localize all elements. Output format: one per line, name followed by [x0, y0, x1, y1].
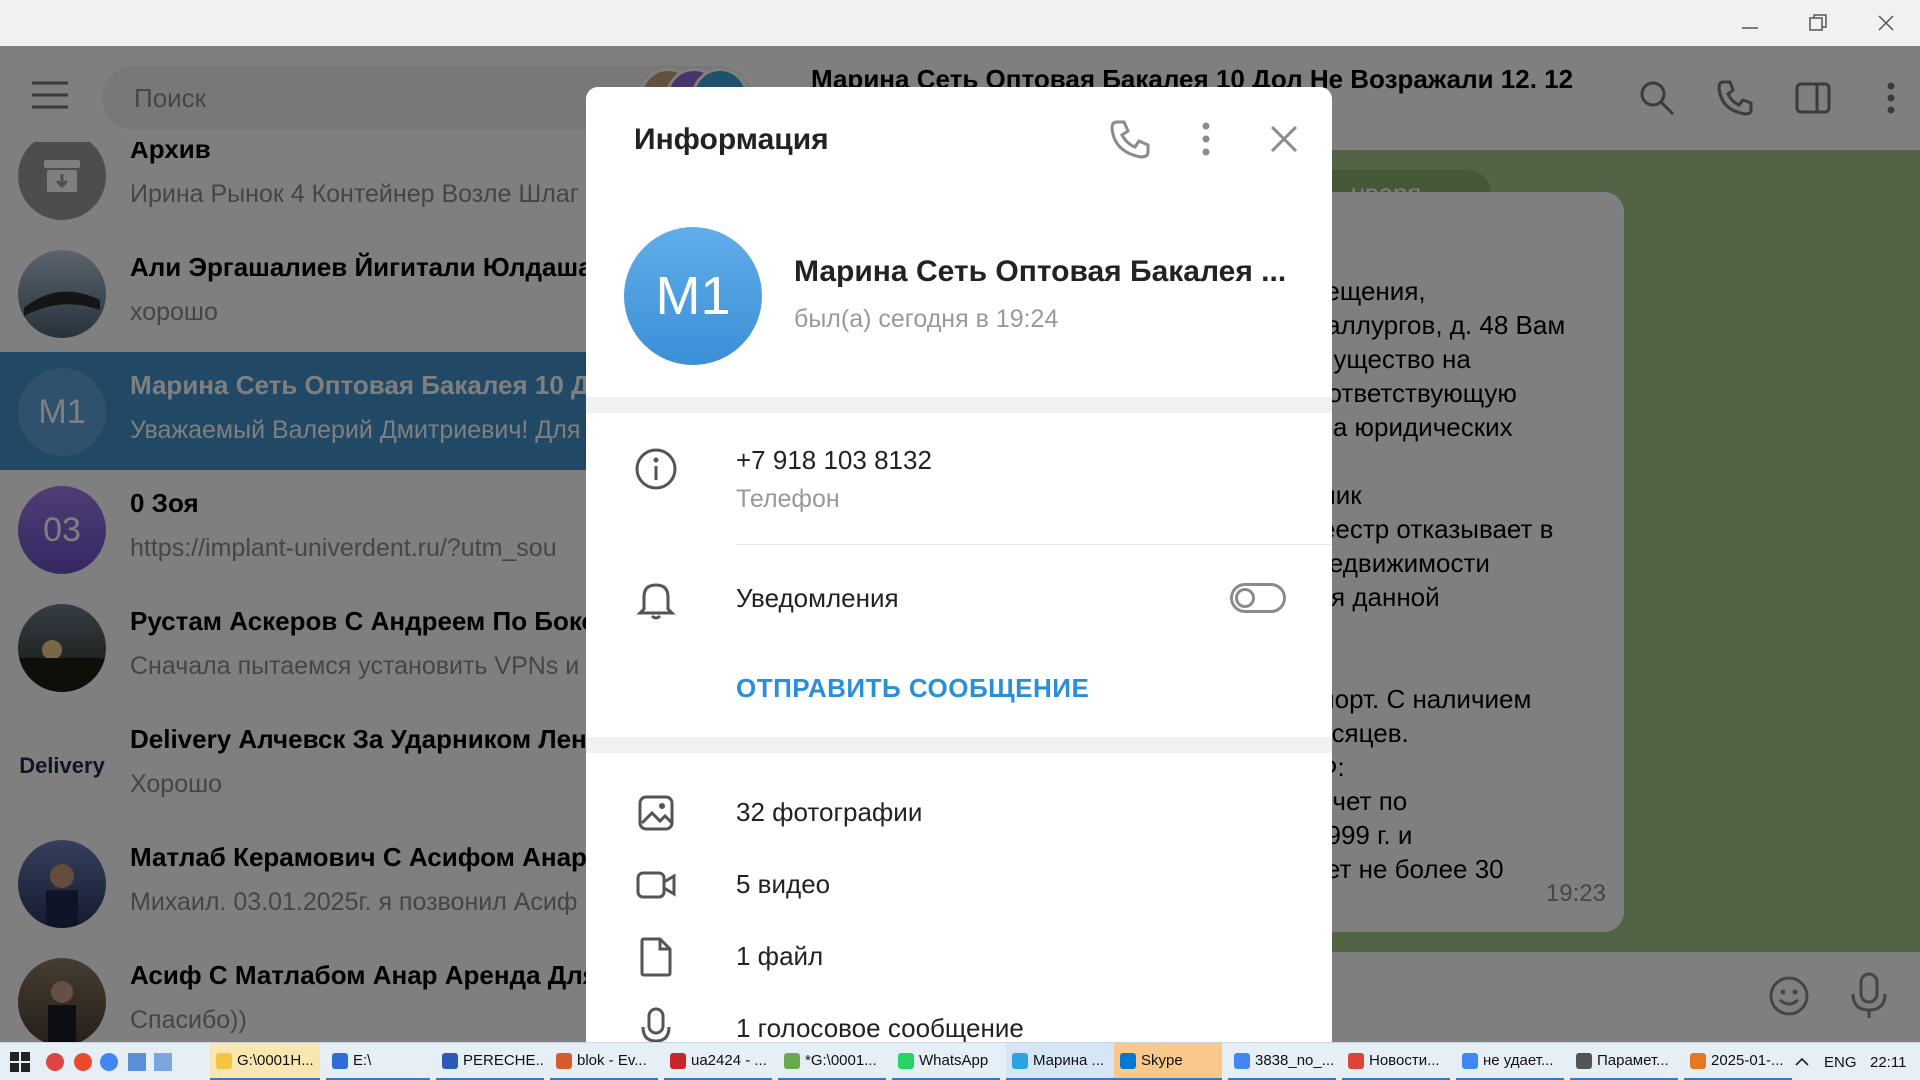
minimize-icon[interactable] — [1718, 0, 1782, 46]
phone-icon[interactable] — [1108, 117, 1152, 161]
gear-icon — [1576, 1052, 1592, 1069]
microphone-icon — [634, 1005, 678, 1042]
avatar[interactable]: М1 — [624, 227, 762, 365]
taskbar-app[interactable]: 2025-01-... — [1684, 1043, 1792, 1080]
section-divider — [586, 737, 1332, 753]
app-icon — [556, 1052, 572, 1069]
app-icon — [1690, 1052, 1706, 1069]
divider — [736, 544, 1332, 545]
phone-number[interactable]: +7 918 103 8132 — [736, 445, 932, 476]
section-divider — [586, 397, 1332, 413]
taskbar-app[interactable]: Парамет... — [1570, 1043, 1678, 1080]
photo-icon — [634, 791, 678, 835]
window-title-bar — [0, 0, 1920, 46]
pinned-app-icon[interactable] — [46, 1053, 64, 1071]
bell-icon — [634, 577, 678, 621]
toggle-knob — [1235, 588, 1255, 608]
taskbar-app[interactable]: ua2424 - ... — [664, 1043, 772, 1080]
taskbar-app[interactable]: G:\0001H... — [210, 1043, 320, 1080]
info-dialog: Информация М1 Марина Сеть Оптовая Бакале… — [586, 87, 1332, 1042]
chrome-icon[interactable] — [100, 1053, 118, 1071]
chrome-icon — [1348, 1052, 1364, 1069]
media-photos[interactable]: 32 фотографии — [736, 797, 922, 828]
chrome-icon — [1462, 1052, 1478, 1069]
folder-icon — [216, 1052, 232, 1069]
skype-icon — [1120, 1052, 1136, 1069]
windows-start-icon[interactable] — [10, 1052, 30, 1072]
whatsapp-icon — [898, 1052, 914, 1069]
notifications-label: Уведомления — [736, 583, 899, 613]
taskbar-app[interactable]: Новости... — [1342, 1043, 1450, 1080]
taskbar: G:\0001H... E:\ PERECHE... blok - Ev... … — [0, 1042, 1920, 1080]
chrome-icon — [1234, 1052, 1250, 1069]
more-vertical-icon[interactable] — [1184, 117, 1228, 161]
taskbar-app[interactable]: PERECHE... — [436, 1043, 544, 1080]
media-voice[interactable]: 1 голосовое сообщение — [736, 1013, 1024, 1042]
taskbar-app-label: Skype — [1141, 1052, 1183, 1069]
pinned-app-icon[interactable] — [154, 1053, 172, 1071]
telegram-icon — [1012, 1052, 1028, 1069]
taskbar-app[interactable]: WhatsApp — [892, 1043, 1000, 1080]
taskbar-app[interactable]: blok - Ev... — [550, 1043, 658, 1080]
taskbar-app[interactable]: E:\ — [326, 1043, 430, 1080]
taskbar-app-label: *G:\0001... — [805, 1052, 877, 1069]
pinned-app-icon[interactable] — [128, 1053, 146, 1071]
notifications-toggle[interactable] — [1230, 583, 1286, 613]
taskbar-app-label: 2025-01-... — [1711, 1052, 1784, 1069]
contact-status: был(а) сегодня в 19:24 — [794, 305, 1059, 333]
dialog-title: Информация — [634, 123, 829, 156]
app-icon — [332, 1052, 348, 1069]
close-icon[interactable] — [1262, 117, 1306, 161]
send-message-button[interactable]: ОТПРАВИТЬ СООБЩЕНИЕ — [736, 673, 1089, 704]
taskbar-app-label: PERECHE... — [463, 1052, 544, 1069]
taskbar-app-label: ua2424 - ... — [691, 1052, 767, 1069]
taskbar-app-label: не удает... — [1483, 1052, 1554, 1069]
taskbar-app-label: E:\ — [353, 1052, 372, 1069]
taskbar-app-label: WhatsApp — [919, 1052, 989, 1069]
taskbar-app[interactable]: Skype — [1114, 1043, 1222, 1080]
taskbar-app-label: Марина ... — [1033, 1052, 1105, 1069]
taskbar-app-label: blok - Ev... — [577, 1052, 647, 1069]
taskbar-app[interactable]: 3838_no_... — [1228, 1043, 1336, 1080]
taskbar-app-label: G:\0001H... — [237, 1052, 314, 1069]
contact-name: Марина Сеть Оптовая Бакалея ... — [794, 255, 1287, 288]
filezilla-icon — [670, 1052, 686, 1069]
taskbar-app[interactable]: *G:\0001... — [778, 1043, 886, 1080]
clock[interactable]: 22:11 — [1870, 1043, 1906, 1080]
video-icon — [634, 863, 678, 907]
restore-icon[interactable] — [1786, 0, 1850, 46]
phone-label: Телефон — [736, 485, 840, 513]
taskbar-app-label: Парамет... — [1597, 1052, 1669, 1069]
taskbar-app-label: Новости... — [1369, 1052, 1440, 1069]
media-videos[interactable]: 5 видео — [736, 869, 830, 900]
media-files[interactable]: 1 файл — [736, 941, 823, 972]
pinned-app-icon[interactable] — [74, 1053, 92, 1071]
close-icon[interactable] — [1854, 0, 1918, 46]
taskbar-app[interactable]: не удает... — [1456, 1043, 1564, 1080]
language-indicator[interactable]: ENG — [1824, 1043, 1857, 1080]
chevron-up-icon[interactable] — [1794, 1043, 1810, 1080]
taskbar-app-label: 3838_no_... — [1255, 1052, 1335, 1069]
info-icon — [634, 447, 678, 491]
notepad-icon — [784, 1052, 800, 1069]
word-icon — [442, 1052, 458, 1069]
file-icon — [634, 935, 678, 979]
taskbar-app-active[interactable]: Марина ... — [1006, 1043, 1114, 1080]
